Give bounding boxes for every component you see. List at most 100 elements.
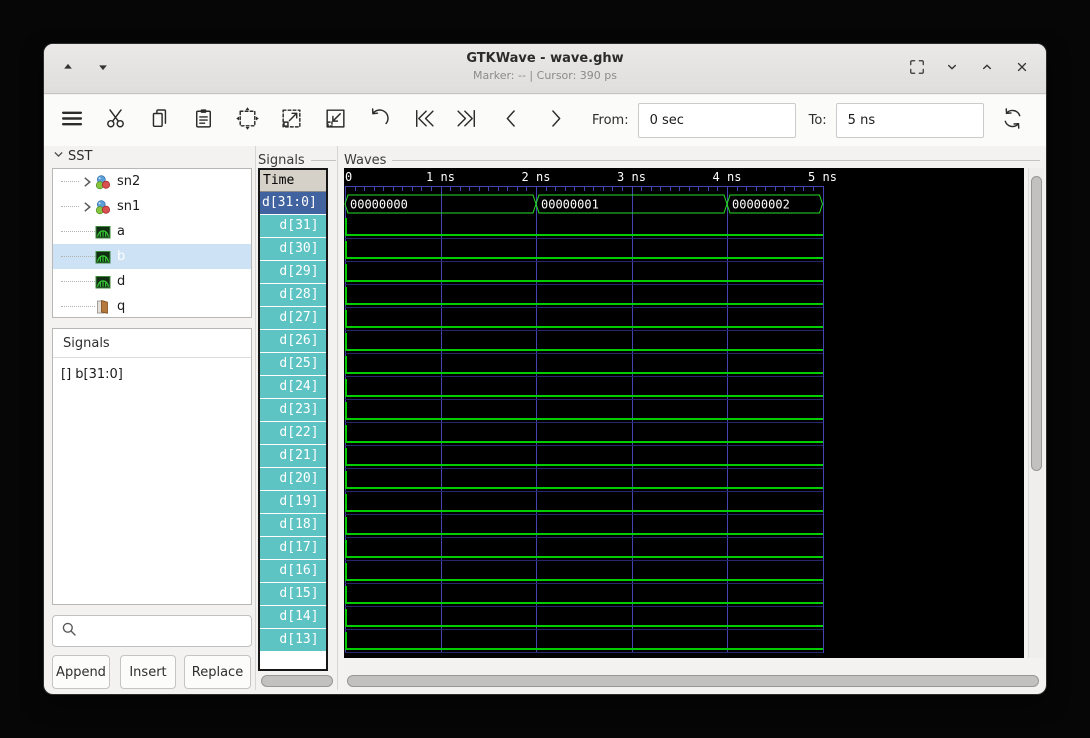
toolbar-icon-group [58,108,586,134]
insert-button[interactable]: Insert [120,655,176,689]
bit-signal-name[interactable]: d[15] [260,583,326,606]
bit-signal-name[interactable]: d[27] [260,307,326,330]
wave-hscrollbar[interactable] [346,674,1040,688]
bus-signal-name[interactable]: d[31:0] [260,192,326,215]
menu-button[interactable] [58,108,84,134]
signals-panel-item[interactable]: [] b[31:0] [53,363,251,387]
sst-tree-item-b[interactable]: b [53,244,251,269]
append-button[interactable]: Append [52,655,110,689]
expander-right-icon[interactable] [79,174,94,189]
timeline-tick [641,187,642,191]
minimize-button[interactable] [940,57,964,81]
bit-wave-row [344,584,1024,607]
bit-signal-name[interactable]: d[20] [260,468,326,491]
signal-icon [95,274,113,290]
bit-signal-name[interactable]: d[13] [260,629,326,652]
sst-tree-item-sn2[interactable]: sn2 [53,169,251,194]
reload-button[interactable] [1000,108,1026,134]
timeline-tick [450,187,451,191]
shade-up-button[interactable] [56,57,80,81]
bit-signal-name[interactable]: d[26] [260,330,326,353]
sst-tree-item-q[interactable]: q [53,294,251,318]
signal-trace [345,579,823,581]
shade-down-button[interactable] [91,57,115,81]
timeline-tick [374,187,375,191]
zoom-in-button[interactable] [278,108,304,134]
to-input[interactable] [836,103,984,138]
scrollbar-thumb[interactable] [347,675,1039,687]
skip-to-end-button[interactable] [454,108,480,134]
signals-frame-label: Signals [258,153,305,168]
close-button[interactable] [1010,57,1034,81]
scrollbar-thumb[interactable] [1031,176,1042,471]
timeline-tick [612,187,613,191]
bit-signal-name[interactable]: d[19] [260,491,326,514]
timeline-tick [803,187,804,191]
bit-signal-name[interactable]: d[24] [260,376,326,399]
signal-start-transition [345,333,347,351]
bit-signal-name[interactable]: d[21] [260,445,326,468]
copy-icon [147,106,172,135]
skip-to-start-button[interactable] [410,108,436,134]
undo-button[interactable] [366,108,392,134]
zoom-fit-button[interactable] [234,108,260,134]
cut-button[interactable] [102,108,128,134]
sst-tree-item-d[interactable]: d [53,269,251,294]
zoom-out-button[interactable] [322,108,348,134]
signal-column-hscrollbar[interactable] [260,674,334,688]
pane-splitter-right[interactable] [337,146,338,690]
bit-signal-name[interactable]: d[28] [260,284,326,307]
bit-wave-row [344,285,1024,308]
bit-signal-name[interactable]: d[14] [260,606,326,629]
bit-signal-name[interactable]: d[17] [260,537,326,560]
cut-icon [103,106,128,135]
timeline-tick [431,187,432,191]
signal-start-transition [345,310,347,328]
bit-signal-name[interactable]: d[18] [260,514,326,537]
from-input[interactable] [638,103,796,138]
marker-cursor-status: Marker: -- | Cursor: 390 ps [244,69,846,82]
signal-trace [345,464,823,466]
maximize-button[interactable] [975,57,999,81]
sst-tree-item-a[interactable]: a [53,219,251,244]
wave-canvas[interactable]: 01 ns2 ns3 ns4 ns5 ns0000000000000001000… [344,168,1024,658]
step-right-button[interactable] [542,108,568,134]
frame-line [392,160,1040,161]
signal-start-transition [345,402,347,420]
skip-to-start-icon [411,106,436,135]
titlebar[interactable]: GTKWave - wave.ghw Marker: -- | Cursor: … [44,44,1046,94]
bus-value: 00000001 [541,198,599,212]
timeline-tick [498,187,499,191]
bit-signal-name[interactable]: d[29] [260,261,326,284]
copy-button[interactable] [146,108,172,134]
step-left-button[interactable] [498,108,524,134]
timeline-tick [784,187,785,191]
signal-trace [345,395,823,397]
triangle-up-icon [58,57,78,81]
time-header[interactable]: Time [260,170,326,192]
replace-button[interactable]: Replace [184,655,251,689]
bit-signal-name[interactable]: d[23] [260,399,326,422]
bit-signal-name[interactable]: d[22] [260,422,326,445]
bus-value: 00000000 [350,198,408,212]
bit-signal-name[interactable]: d[31] [260,215,326,238]
bit-signal-name[interactable]: d[16] [260,560,326,583]
search-input[interactable] [77,616,260,646]
signal-trace [345,349,823,351]
wave-vscrollbar[interactable] [1028,168,1044,658]
pane-splitter-left[interactable] [255,146,256,690]
timeline-tick [794,187,795,191]
scrollbar-thumb[interactable] [261,675,333,687]
signal-start-transition [345,540,347,558]
sst-tree-item-sn1[interactable]: sn1 [53,194,251,219]
restore-button[interactable] [905,57,929,81]
bit-signal-name[interactable]: d[30] [260,238,326,261]
from-label: From: [592,113,629,128]
sst-expander[interactable]: SST [52,148,92,165]
expander-right-icon[interactable] [79,199,94,214]
signal-trace [345,372,823,374]
bit-wave-row [344,423,1024,446]
paste-button[interactable] [190,108,216,134]
signal-start-transition [345,586,347,604]
bit-signal-name[interactable]: d[25] [260,353,326,376]
